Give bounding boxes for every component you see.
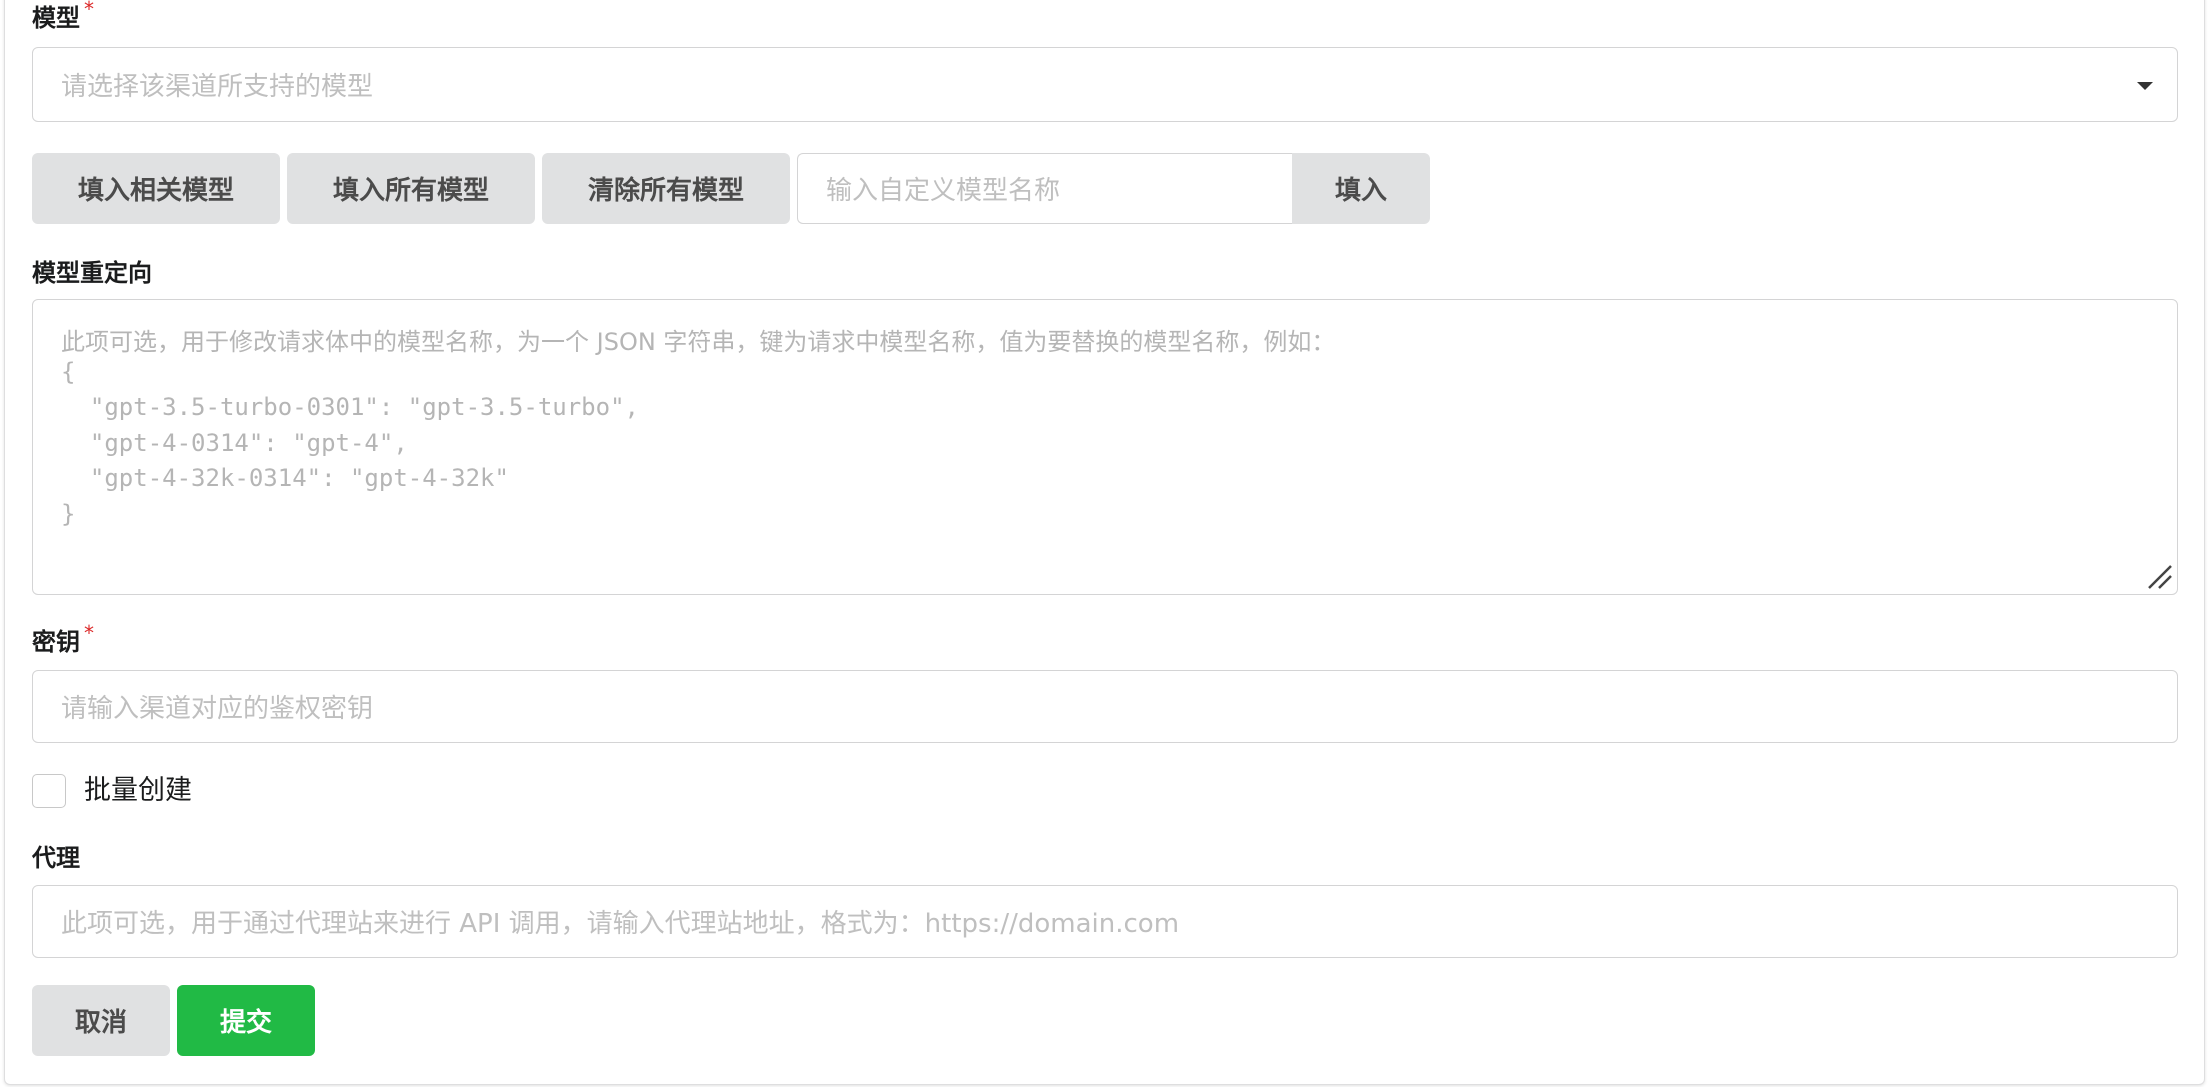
model-mapping-placeholder-line: "gpt-3.5-turbo-0301": "gpt-3.5-turbo", <box>61 393 639 421</box>
key-label-text: 密钥 <box>32 628 80 656</box>
clear-all-models-label: 清除所有模型 <box>587 176 744 206</box>
model-mapping-textarea[interactable]: 此项可选，用于修改请求体中的模型名称，为一个 JSON 字符串，键为请求中模型名… <box>32 299 2178 595</box>
models-required-mark: * <box>84 0 94 21</box>
cancel-button-label: 取消 <box>74 1008 127 1038</box>
batch-create-checkbox[interactable] <box>32 774 66 808</box>
models-select[interactable]: 请选择该渠道所支持的模型 <box>32 47 2178 122</box>
fill-all-models-button[interactable]: 填入所有模型 <box>287 153 535 224</box>
custom-model-input[interactable]: 输入自定义模型名称 <box>797 153 1297 224</box>
dropdown-caret-icon[interactable] <box>2137 81 2153 90</box>
submit-button[interactable]: 提交 <box>177 985 315 1056</box>
custom-model-placeholder: 输入自定义模型名称 <box>826 176 1061 206</box>
key-input-placeholder: 请输入渠道对应的鉴权密钥 <box>61 694 374 724</box>
model-mapping-placeholder-line: 此项可选，用于修改请求体中的模型名称，为一个 JSON 字符串，键为请求中模型名… <box>61 328 1336 356</box>
fill-custom-model-label: 填入 <box>1334 176 1387 206</box>
fill-custom-model-button[interactable]: 填入 <box>1292 153 1430 224</box>
proxy-label-text: 代理 <box>32 844 80 872</box>
key-input[interactable]: 请输入渠道对应的鉴权密钥 <box>32 670 2178 743</box>
fill-related-models-button[interactable]: 填入相关模型 <box>32 153 280 224</box>
submit-button-label: 提交 <box>219 1008 272 1038</box>
model-mapping-placeholder-line: "gpt-4-32k-0314": "gpt-4-32k" <box>61 464 509 492</box>
cancel-button[interactable]: 取消 <box>32 985 170 1056</box>
model-mapping-placeholder-line: "gpt-4-0314": "gpt-4", <box>61 429 408 457</box>
model-mapping-placeholder-line: } <box>61 500 76 528</box>
model-mapping-label: 模型重定向 <box>32 259 152 287</box>
proxy-label: 代理 <box>32 844 80 872</box>
models-select-placeholder: 请选择该渠道所支持的模型 <box>61 72 374 102</box>
resize-handle-icon[interactable] <box>2145 562 2173 590</box>
model-mapping-placeholder-line: { <box>61 358 76 386</box>
proxy-input[interactable]: 此项可选，用于通过代理站来进行 API 调用，请输入代理站地址，格式为：http… <box>32 885 2178 958</box>
fill-related-models-label: 填入相关模型 <box>77 176 234 206</box>
model-mapping-label-text: 模型重定向 <box>32 259 152 287</box>
models-label: 模型 * <box>32 0 94 33</box>
batch-create-label[interactable]: 批量创建 <box>84 774 192 808</box>
key-required-mark: * <box>84 621 94 645</box>
fill-all-models-label: 填入所有模型 <box>332 176 489 206</box>
key-label: 密钥 * <box>32 621 94 657</box>
clear-all-models-button[interactable]: 清除所有模型 <box>542 153 790 224</box>
proxy-input-placeholder: 此项可选，用于通过代理站来进行 API 调用，请输入代理站地址，格式为：http… <box>61 909 1180 939</box>
models-label-text: 模型 <box>32 4 80 32</box>
